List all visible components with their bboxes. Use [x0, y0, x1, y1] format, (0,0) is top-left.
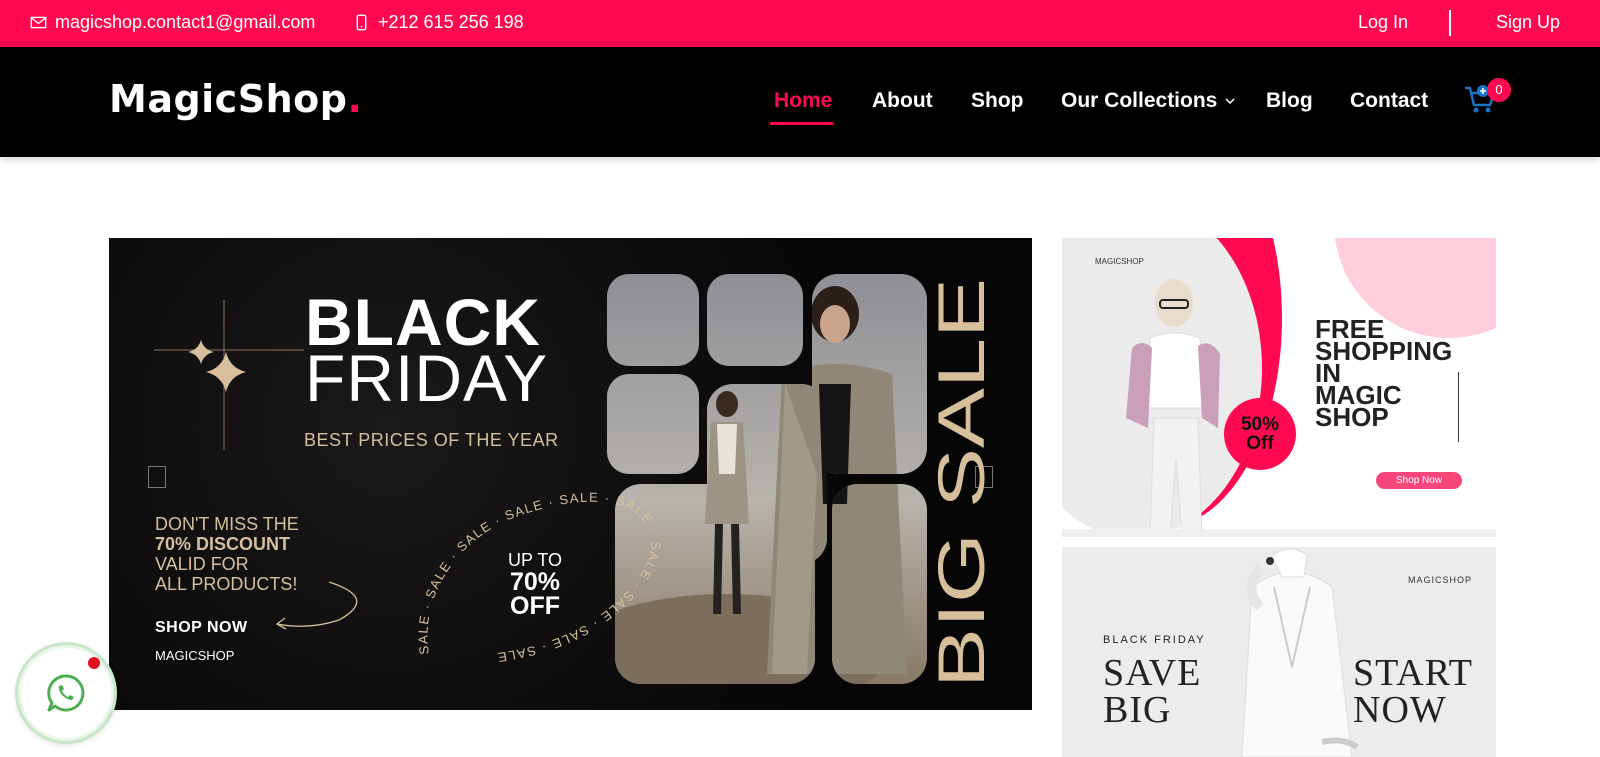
nav-about[interactable]: About: [872, 89, 933, 113]
offer-line-2: 70% DISCOUNT: [155, 534, 291, 554]
signup-link[interactable]: Sign Up: [1496, 12, 1560, 33]
login-link[interactable]: Log In: [1358, 12, 1408, 33]
main-header: MagicShop. Home About Shop Our Collectio…: [0, 47, 1600, 157]
cart-count-badge: 0: [1487, 78, 1511, 102]
title-line-2: FRIDAY: [305, 341, 549, 415]
curved-arrow-icon: [275, 581, 358, 630]
nav-home[interactable]: Home: [774, 89, 832, 113]
promo1-model-image: [1126, 279, 1220, 529]
upto-off: OFF: [510, 592, 561, 620]
promo2-brand: MAGICSHOP: [1408, 575, 1473, 585]
promo2-start-now: START NOW: [1353, 652, 1474, 731]
up-to-offer: UP TO 70% OFF: [508, 550, 563, 620]
chevron-down-icon: [1225, 98, 1235, 105]
nav-collections-label: Our Collections: [1061, 89, 1218, 112]
banner-shop-now[interactable]: SHOP NOW: [155, 619, 248, 637]
whatsapp-icon: [47, 674, 85, 712]
nav-active-underline: [770, 122, 833, 125]
banner-title: BLACK FRIDAY: [305, 289, 549, 415]
nav-contact[interactable]: Contact: [1350, 89, 1428, 113]
banner-brand: MAGICSHOP: [155, 648, 235, 663]
promo1-shop-now-button[interactable]: Shop Now: [1376, 472, 1462, 489]
offer-line-1: DON'T MISS THE: [155, 514, 299, 534]
promo-black-friday-save[interactable]: MAGICSHOP BLACK FRIDAY SAVE BIG START NO…: [1062, 547, 1496, 757]
save-line-1: SAVE: [1103, 652, 1202, 694]
whatsapp-chat-button[interactable]: [18, 645, 114, 741]
offer-line-3: VALID FOR: [155, 554, 249, 574]
site-logo[interactable]: MagicShop.: [109, 77, 362, 121]
logo-dot: .: [347, 77, 363, 121]
mail-icon: [30, 16, 47, 29]
topbar-divider: [1449, 10, 1451, 36]
promo1-divider: [1458, 372, 1459, 442]
save-line-2: BIG: [1103, 689, 1172, 731]
badge-off: Off: [1246, 433, 1274, 454]
banner-subtitle: BEST PRICES OF THE YEAR: [304, 430, 559, 450]
email-text: magicshop.contact1@gmail.com: [55, 12, 316, 32]
upto-percent: 70%: [509, 568, 561, 596]
nav-our-collections[interactable]: Our Collections: [1061, 89, 1235, 113]
promo2-model-image: [1241, 548, 1359, 757]
start-line-2: NOW: [1353, 689, 1447, 731]
headline-line-5: SHOP: [1315, 402, 1389, 432]
promo2-tag: BLACK FRIDAY: [1103, 634, 1206, 646]
phone-contact[interactable]: +212 615 256 198: [353, 12, 524, 33]
promo1-discount-badge: 50% Off: [1224, 398, 1296, 470]
corner-bracket-left: [148, 466, 166, 488]
big-sale-vertical: BIG SALE: [932, 278, 992, 688]
big-sale-text: BIG SALE: [932, 278, 992, 688]
top-bar: magicshop.contact1@gmail.com +212 615 25…: [0, 0, 1600, 47]
black-friday-banner[interactable]: BLACK FRIDAY BEST PRICES OF THE YEAR DON…: [109, 238, 1032, 710]
promo-free-shopping[interactable]: MAGICSHOP FREE SHOPPING IN MAGIC SHOP 50…: [1062, 238, 1496, 537]
phone-icon: [356, 14, 367, 31]
nav-shop[interactable]: Shop: [971, 89, 1024, 113]
badge-percent: 50%: [1240, 414, 1280, 435]
whatsapp-notification-dot: [88, 657, 100, 669]
logo-text: MagicShop: [109, 77, 348, 121]
sparkle-decoration: [154, 300, 304, 450]
promo2-save-big: SAVE BIG: [1103, 652, 1202, 731]
phone-text: +212 615 256 198: [378, 12, 524, 32]
nav-blog[interactable]: Blog: [1266, 89, 1313, 113]
start-line-1: START: [1353, 652, 1474, 694]
promo1-headline: FREE SHOPPING IN MAGIC SHOP: [1315, 316, 1452, 432]
email-contact[interactable]: magicshop.contact1@gmail.com: [30, 12, 315, 33]
upto-label: UP TO: [508, 550, 563, 570]
